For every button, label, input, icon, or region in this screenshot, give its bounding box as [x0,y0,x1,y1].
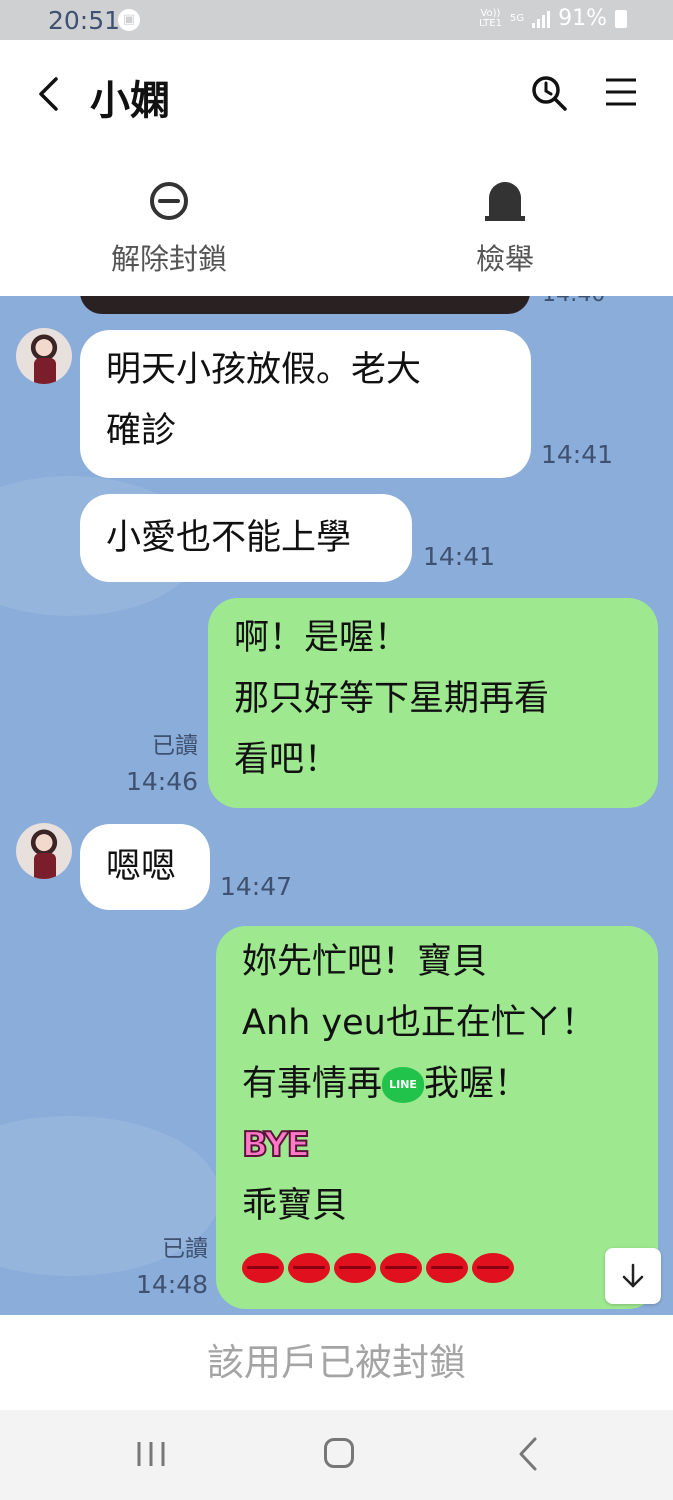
kiss-lips-emoji-row [242,1253,514,1283]
contact-avatar[interactable] [16,328,72,384]
scroll-to-bottom-button[interactable] [605,1248,661,1304]
outgoing-message-bubble[interactable]: 啊！是喔！ 那只好等下星期再看 看吧！ [208,598,658,808]
message-time: 14:41 [541,440,614,469]
status-icons: Vo)) LTE1 5G 91% [479,6,627,31]
lips-icon [426,1253,468,1283]
chat-title: 小嫻 [90,78,170,124]
report-icon [485,182,525,221]
status-time: 20:51 [48,6,121,35]
chat-area[interactable]: 14:40 明天小孩放假。老大 確診 14:41 小愛也不能上學 14:41 已… [0,296,673,1315]
signal-icon [532,10,551,28]
notification-icon: ▣ [118,9,140,31]
image-message[interactable] [80,296,530,314]
report-button[interactable]: 檢舉 [420,180,590,278]
outgoing-message-bubble[interactable]: 妳先忙吧！寶貝 Anh yeu也正在忙ㄚ！ 有事情再 LINE 我喔！ BYE 乖寶… [216,926,658,1309]
recent-apps-icon[interactable] [136,1440,166,1468]
menu-icon[interactable] [604,76,638,108]
read-receipt: 已讀 14:48 [135,1236,208,1299]
system-nav-bar [0,1410,673,1500]
lips-icon [472,1253,514,1283]
blocked-notice: 該用戶已被封鎖 [0,1315,673,1410]
back-arrow-icon[interactable] [34,76,64,112]
battery-percent: 91% [558,6,607,31]
lips-icon [242,1253,284,1283]
status-bar: 20:51 ▣ Vo)) LTE1 5G 91% [0,0,673,40]
volte-indicator: Vo)) LTE1 [478,7,502,29]
message-time: 14:41 [423,542,496,571]
line-logo-icon: LINE [382,1067,425,1103]
unblock-label: 解除封鎖 [110,242,227,276]
search-icon[interactable] [530,74,568,112]
battery-icon [615,9,627,28]
bye-emoji: BYE [241,1124,311,1166]
lips-icon [380,1253,422,1283]
chat-header: 小嫻 解除封鎖 檢舉 [0,40,673,296]
message-time: 14:47 [220,872,293,901]
unblock-icon [150,182,188,220]
contact-avatar[interactable] [16,823,72,879]
incoming-message-bubble[interactable]: 明天小孩放假。老大 確診 [80,330,531,478]
incoming-message-bubble[interactable]: 小愛也不能上學 [80,494,412,582]
home-icon[interactable] [324,1438,354,1468]
read-receipt: 已讀 14:46 [125,733,198,796]
lips-icon [334,1253,376,1283]
unblock-button[interactable]: 解除封鎖 [84,180,254,278]
incoming-message-bubble[interactable]: 嗯嗯 [80,824,210,910]
message-time: 14:40 [542,296,605,307]
system-back-icon[interactable] [515,1436,541,1472]
report-label: 檢舉 [475,242,534,276]
lips-icon [288,1253,330,1283]
5g-indicator: 5G [509,12,525,24]
arrow-down-icon [622,1263,644,1288]
